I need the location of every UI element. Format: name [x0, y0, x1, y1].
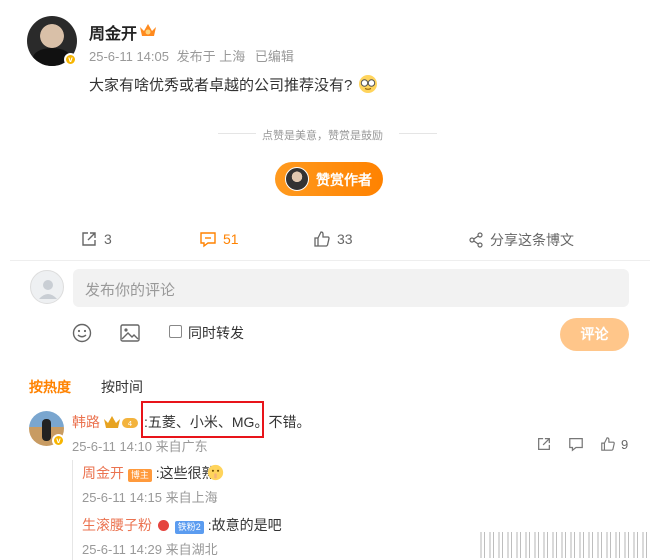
author-name[interactable]: 周金开: [89, 20, 137, 44]
highlight-box: [141, 401, 264, 438]
fan-level-tag: 铁粉2: [174, 521, 204, 534]
comment-like-count: 9: [621, 437, 629, 452]
reward-hint: 点赞是美意，赞赏是鼓励: [262, 130, 383, 142]
post-text: 大家有啥优秀或者卓越的公司推荐没有?: [89, 77, 353, 94]
repost-checkbox[interactable]: [169, 325, 182, 338]
submit-comment-button[interactable]: 评论: [560, 318, 629, 351]
post-edited[interactable]: 已编辑: [255, 49, 294, 64]
reply-username[interactable]: 周金开: [82, 465, 124, 481]
reply-meta: 25-6-11 14:15 来自上海: [82, 490, 218, 505]
comment-placeholder: 发布你的评论: [85, 282, 176, 299]
repost-label[interactable]: 同时转发: [188, 323, 244, 343]
vip-crown-badge-icon: 4: [104, 416, 138, 428]
comment-reply-icon[interactable]: [568, 436, 584, 452]
tab-sort-time[interactable]: 按时间: [101, 377, 143, 397]
post-time[interactable]: 25-6-11 14:05: [89, 49, 169, 64]
comment-action[interactable]: 51: [199, 230, 239, 248]
share-post-action[interactable]: 分享这条博文: [468, 230, 574, 250]
comment-like-icon[interactable]: [600, 436, 616, 452]
crown-badge-icon: [140, 24, 156, 36]
post-meta: 25-6-11 14:05 发布于 上海 已编辑: [89, 46, 294, 65]
reply-thread-line: [72, 460, 73, 560]
author-tag: 博主: [127, 469, 152, 482]
default-avatar-icon: [39, 280, 57, 299]
reward-avatar: [285, 167, 309, 191]
share-action[interactable]: 3: [80, 230, 112, 248]
comment-meta: 25-6-11 14:10 来自广东: [72, 439, 208, 454]
like-action[interactable]: 33: [313, 230, 353, 248]
share-nodes-icon: [469, 232, 483, 248]
verified-badge-icon: v: [52, 434, 65, 447]
verified-badge-icon: v: [64, 53, 77, 66]
comment-count: 51: [223, 231, 239, 247]
image-upload-icon[interactable]: [120, 324, 140, 342]
section-divider: [10, 260, 650, 261]
tab-sort-hot[interactable]: 按热度: [29, 377, 71, 397]
comment-share-icon[interactable]: [536, 436, 552, 452]
share-count: 3: [104, 231, 112, 247]
reply-text: :故意的是吧: [207, 517, 282, 533]
reply-item: 周金开 博主 :这些很熟: [82, 463, 216, 483]
reply-username[interactable]: 生滚腰子粉: [82, 517, 152, 533]
comment-input[interactable]: 发布你的评论: [73, 269, 629, 307]
my-avatar: [30, 270, 64, 304]
reward-divider-left: [218, 133, 256, 134]
reward-divider-right: [399, 133, 437, 134]
like-count: 33: [337, 231, 353, 247]
reward-author-button[interactable]: 赞赏作者: [275, 162, 383, 196]
post-location: 发布于 上海: [176, 49, 246, 64]
share-icon: [82, 232, 96, 246]
reward-button-label: 赞赏作者: [316, 172, 372, 188]
comment-icon: [200, 232, 216, 248]
svg-text:4: 4: [128, 420, 133, 428]
emoji-glasses-icon: [359, 75, 377, 93]
fan-badge-icon: [157, 520, 169, 531]
thumbs-up-icon: [314, 231, 330, 247]
watermark: [480, 532, 650, 558]
emoji-picker-icon[interactable]: [72, 323, 92, 343]
reply-meta: 25-6-11 14:29 来自湖北: [82, 542, 218, 557]
emoji-shush-icon: [207, 464, 224, 481]
comment-username[interactable]: 韩路: [72, 412, 100, 432]
reply-item: 生滚腰子粉 铁粉2 :故意的是吧: [82, 515, 282, 535]
share-post-label: 分享这条博文: [490, 232, 574, 248]
